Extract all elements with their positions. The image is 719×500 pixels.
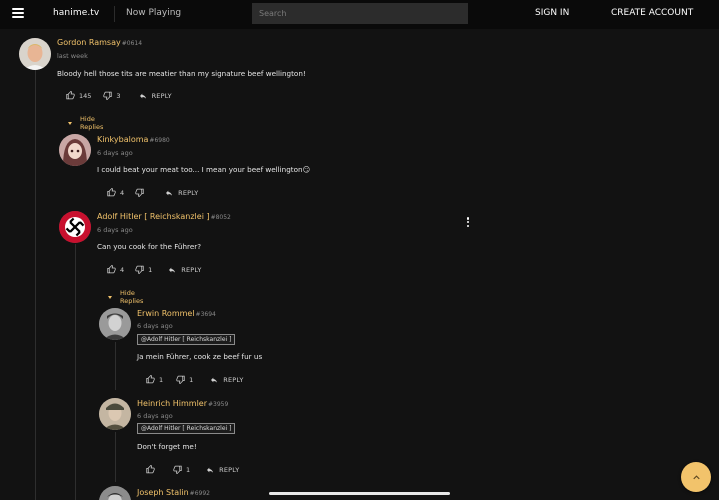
comment-body: Can you cook for the Führer?	[97, 242, 202, 251]
dislike-button[interactable]: 1	[173, 465, 190, 474]
comment-actions: 4 REPLY	[107, 188, 198, 197]
comment-body: Ja mein Führer, cook ze beef fur us	[137, 352, 263, 361]
like-button[interactable]: 1	[146, 375, 163, 384]
reply-button[interactable]: REPLY	[206, 466, 239, 474]
thumbs-up-icon	[146, 375, 155, 384]
more-options-icon[interactable]	[466, 217, 470, 228]
thumbs-up-icon	[107, 188, 116, 197]
reply-button[interactable]: REPLY	[165, 189, 198, 197]
comment-timestamp: 6 days ago	[137, 412, 173, 420]
comment-body: Don't forget me!	[137, 442, 197, 451]
like-button[interactable]: 4	[107, 265, 124, 274]
mention-tag[interactable]: @Adolf Hitler [ Reichskanzlei ]	[137, 334, 236, 345]
comment-username[interactable]: Erwin Rommel#3694	[137, 309, 216, 318]
avatar[interactable]	[59, 134, 91, 166]
reply-arrow-icon	[139, 93, 146, 99]
like-count: 4	[120, 265, 125, 274]
like-button[interactable]: 145	[66, 91, 91, 100]
avatar[interactable]	[99, 398, 131, 430]
comment-timestamp: 6 days ago	[97, 149, 133, 157]
avatar[interactable]	[19, 38, 51, 70]
dislike-count: 1	[189, 375, 194, 384]
reply-button[interactable]: REPLY	[139, 92, 172, 100]
now-playing-link[interactable]: Now Playing	[126, 8, 181, 18]
caret-down-icon	[68, 121, 72, 125]
comment-timestamp: 6 days ago	[137, 322, 173, 330]
comment-username[interactable]: Adolf Hitler [ Reichskanzlei ]#8052	[97, 212, 231, 221]
like-count: 1	[159, 375, 164, 384]
avatar[interactable]	[99, 486, 131, 500]
thumbs-down-icon	[135, 188, 144, 197]
thread-line	[115, 432, 116, 482]
search-input[interactable]	[252, 3, 468, 24]
create-account-button[interactable]: CREATE ACCOUNT	[611, 8, 693, 18]
thread-line	[75, 244, 76, 500]
hide-replies-toggle[interactable]: Hide Replies	[108, 289, 143, 305]
comment-username[interactable]: Joseph Stalin#6992	[137, 488, 210, 497]
top-navigation-bar: hanime.tv Now Playing SIGN IN CREATE ACC…	[0, 0, 719, 29]
hamburger-menu-icon[interactable]	[12, 8, 24, 18]
thumbs-down-icon	[135, 265, 144, 274]
mention-tag[interactable]: @Adolf Hitler [ Reichskanzlei ]	[137, 423, 236, 434]
reply-arrow-icon	[211, 377, 218, 383]
like-count: 145	[79, 91, 92, 100]
dislike-button[interactable]: 1	[135, 265, 152, 274]
brand-logo[interactable]: hanime.tv	[53, 8, 99, 18]
thread-line	[115, 342, 116, 390]
thumbs-up-icon	[107, 265, 116, 274]
dislike-button[interactable]: 1	[176, 375, 193, 384]
comment-username[interactable]: Gordon Ramsay#0614	[57, 38, 142, 47]
scroll-to-top-button[interactable]	[681, 462, 711, 492]
hide-replies-toggle[interactable]: Hide Replies	[68, 115, 103, 131]
dislike-count: 3	[116, 91, 121, 100]
like-count: 4	[120, 188, 125, 197]
comment-body: I could beat your meat too... I mean you…	[97, 165, 311, 174]
nav-divider	[114, 6, 115, 22]
dislike-count: 1	[186, 465, 191, 474]
thumbs-down-icon	[103, 91, 113, 100]
comment-body: Bloody hell those tits are meatier than …	[57, 69, 306, 78]
reply-button[interactable]: REPLY	[168, 266, 201, 274]
thumbs-up-icon	[66, 91, 75, 100]
avatar[interactable]	[99, 308, 131, 340]
comment-username[interactable]: Heinrich Himmler#3959	[137, 399, 228, 408]
home-indicator	[269, 492, 450, 495]
caret-down-icon	[108, 295, 112, 299]
comment-actions: 4 1 REPLY	[107, 265, 202, 274]
like-button[interactable]	[146, 465, 155, 474]
comment-timestamp: 6 days ago	[97, 226, 133, 234]
chevron-up-icon	[692, 474, 700, 479]
sign-in-button[interactable]: SIGN IN	[535, 8, 569, 18]
thumbs-down-icon	[176, 375, 185, 384]
avatar[interactable]	[59, 211, 91, 243]
reply-arrow-icon	[166, 190, 173, 196]
comment-actions: 1 REPLY	[146, 465, 239, 474]
thread-line	[35, 70, 36, 500]
thumbs-down-icon	[173, 465, 182, 474]
thumbs-up-icon	[146, 465, 155, 474]
dislike-button[interactable]	[135, 188, 144, 197]
dislike-button[interactable]: 3	[103, 91, 121, 100]
comment-actions: 1 1 REPLY	[146, 375, 244, 384]
like-button[interactable]: 4	[107, 188, 124, 197]
reply-arrow-icon	[169, 267, 176, 273]
comment-actions: 145 3 REPLY	[66, 91, 172, 100]
reply-arrow-icon	[207, 467, 214, 473]
reply-button[interactable]: REPLY	[210, 376, 243, 384]
comment-timestamp: last week	[57, 52, 88, 60]
comment-username[interactable]: Kinkybaloma#6980	[97, 135, 170, 144]
dislike-count: 1	[148, 265, 153, 274]
